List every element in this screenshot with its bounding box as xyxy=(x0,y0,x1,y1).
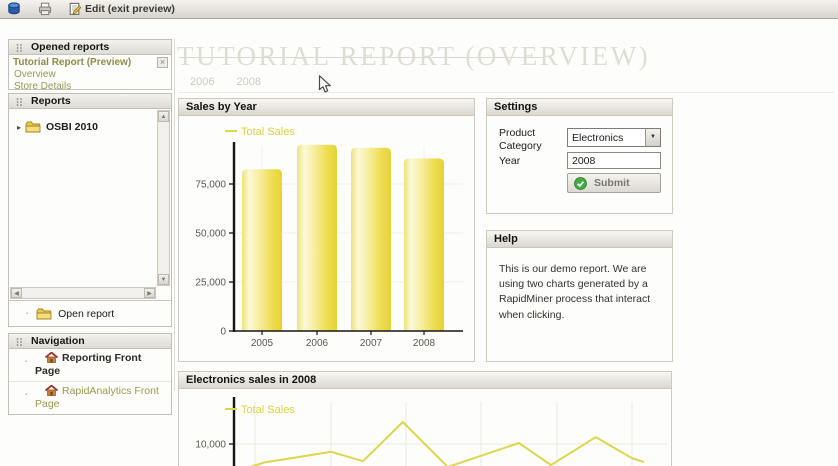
tabs-divider xyxy=(178,92,834,93)
vertical-scrollbar[interactable]: ▲ ▼ xyxy=(157,110,170,286)
toolbar: Edit (exit preview) xyxy=(0,0,838,19)
navigation-title: Navigation xyxy=(31,335,85,347)
bullet-icon: ▪ xyxy=(25,392,28,398)
home-icon xyxy=(45,385,58,396)
svg-text:75,000: 75,000 xyxy=(195,180,226,191)
expander-icon[interactable]: ▸ xyxy=(17,123,21,132)
help-text: This is our demo report. We are using tw… xyxy=(499,263,651,321)
sales-by-year-panel: Sales by Year 0 25,000 50,000 75,000 2005 200… xyxy=(178,98,475,362)
mouse-cursor xyxy=(318,75,331,93)
svg-text:50,000: 50,000 xyxy=(195,229,226,240)
svg-text:Total Sales: Total Sales xyxy=(241,404,295,416)
page-title: TUTORIAL REPORT (OVERVIEW) xyxy=(177,41,651,71)
opened-reports-panel: Opened reports Tutorial Report (Preview)… xyxy=(8,39,172,92)
open-report-button[interactable]: ▪ Open report xyxy=(9,300,171,326)
svg-text:0: 0 xyxy=(220,327,226,338)
electronics-sales-header: Electronics sales in 2008 xyxy=(179,372,671,389)
edit-exit-preview-button[interactable]: Edit (exit preview) xyxy=(85,3,175,15)
navigation-header[interactable]: Navigation xyxy=(9,334,171,349)
product-category-value: Electronics xyxy=(572,132,624,144)
svg-text:10,000: 10,000 xyxy=(195,440,226,451)
report-tabs: 2006 2008 xyxy=(190,76,261,88)
horizontal-scrollbar[interactable]: ◀ ▶ xyxy=(10,287,156,299)
edit-page-icon[interactable] xyxy=(68,2,82,16)
electronics-sales-chart[interactable]: 10,000 Total Sales xyxy=(179,389,671,466)
opened-report-name: Tutorial Report (Preview) xyxy=(13,57,132,68)
reports-header[interactable]: Reports xyxy=(9,94,171,109)
settings-panel: Settings Product Category Electronics ▼ … xyxy=(486,98,673,214)
bullet-icon: ▪ xyxy=(25,359,28,365)
drag-handle-icon[interactable] xyxy=(16,98,23,106)
sidebar-divider xyxy=(174,39,175,391)
submit-label: Submit xyxy=(594,177,630,189)
drag-handle-icon[interactable] xyxy=(16,338,23,346)
submit-button[interactable]: Submit xyxy=(567,173,661,193)
tree-item-osbi-2010[interactable]: ▸ OSBI 2010 xyxy=(13,121,98,133)
tree-item-label: OSBI 2010 xyxy=(46,121,98,133)
nav-item-rapidanalytics-front-page[interactable]: ▪ RapidAnalytics Front Page xyxy=(9,382,171,414)
folder-icon xyxy=(25,121,41,133)
scroll-up-icon[interactable]: ▲ xyxy=(158,111,169,122)
reports-panel: Reports ▸ OSBI 2010 ▲ ▼ ◀ ▶ ▪ Open repor… xyxy=(8,93,172,327)
year-label: Year xyxy=(499,155,521,167)
close-report-icon[interactable]: × xyxy=(157,57,168,68)
check-icon xyxy=(574,176,587,190)
reports-tree: ▸ OSBI 2010 ▲ ▼ ◀ ▶ xyxy=(9,109,171,300)
opened-report-row: Tutorial Report (Preview) × xyxy=(9,55,171,68)
opened-reports-title: Opened reports xyxy=(31,41,110,53)
nav-item-reporting-front-page[interactable]: ▪ Reporting Front Page xyxy=(9,349,171,382)
tab-2006[interactable]: 2006 xyxy=(190,76,214,88)
report-link-store-details[interactable]: Store Details xyxy=(9,80,171,92)
open-report-label: Open report xyxy=(58,307,115,320)
print-icon[interactable] xyxy=(38,2,52,16)
scroll-right-icon[interactable]: ▶ xyxy=(144,288,155,298)
scroll-left-icon[interactable]: ◀ xyxy=(11,288,22,298)
tab-2008[interactable]: 2008 xyxy=(236,76,260,88)
database-icon[interactable] xyxy=(7,2,21,16)
product-category-select[interactable]: Electronics ▼ xyxy=(567,128,661,147)
scroll-down-icon[interactable]: ▼ xyxy=(158,274,169,285)
svg-text:2007: 2007 xyxy=(360,338,383,349)
help-panel: Help This is our demo report. We are usi… xyxy=(486,230,673,362)
report-link-overview[interactable]: Overview xyxy=(9,68,171,80)
svg-text:Total Sales: Total Sales xyxy=(241,126,295,138)
electronics-sales-panel: Electronics sales in 2008 10,000 Total Sa… xyxy=(178,371,672,466)
help-header: Help xyxy=(487,231,672,248)
svg-text:2005: 2005 xyxy=(251,338,274,349)
navigation-panel: Navigation ▪ Reporting Front Page ▪ RapidA… xyxy=(8,333,172,415)
svg-text:25,000: 25,000 xyxy=(195,278,226,289)
drag-handle-icon[interactable] xyxy=(16,44,23,52)
svg-text:2006: 2006 xyxy=(306,338,329,349)
sales-by-year-header: Sales by Year xyxy=(179,99,474,116)
bullet-icon: ▪ xyxy=(26,310,29,317)
chevron-down-icon[interactable]: ▼ xyxy=(645,129,660,146)
opened-reports-header[interactable]: Opened reports xyxy=(9,40,171,55)
app-window: Edit (exit preview) Opened reports Tutor… xyxy=(0,0,838,466)
year-input[interactable] xyxy=(567,152,661,169)
reports-title: Reports xyxy=(31,95,71,107)
sales-by-year-chart[interactable]: 0 25,000 50,000 75,000 2005 2006 2007 2008 Total… xyxy=(179,116,474,361)
svg-text:2008: 2008 xyxy=(413,338,436,349)
product-category-label: Product Category xyxy=(499,127,542,152)
settings-header: Settings xyxy=(487,99,672,116)
folder-icon xyxy=(36,308,52,319)
home-icon xyxy=(45,352,58,363)
